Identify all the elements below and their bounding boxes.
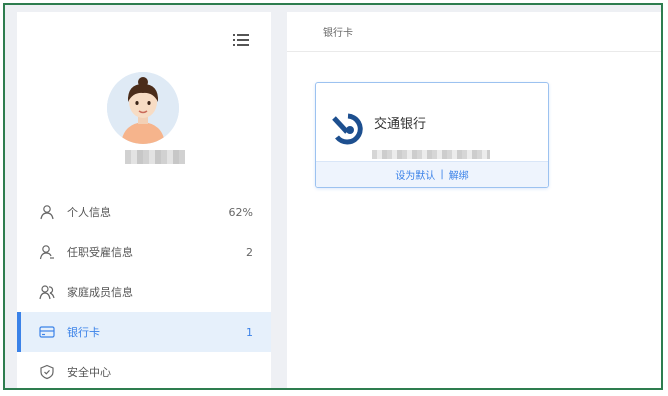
card-actions: 设为默认 | 解绑: [316, 161, 548, 187]
card-icon: [39, 324, 55, 340]
sidebar-item-label: 个人信息: [67, 206, 111, 219]
sidebar-item-label: 安全中心: [67, 366, 111, 379]
sidebar: 个人信息 62% 任职受雇信息 2 家庭成员信息 银行卡 1 安全中心: [17, 12, 271, 388]
username-redacted: [125, 150, 185, 164]
main-content: 银行卡 交通银行 设为默认 | 解绑: [287, 12, 661, 388]
avatar[interactable]: [107, 72, 179, 144]
item-count: 2: [246, 245, 253, 259]
bank-card[interactable]: 交通银行 设为默认 | 解绑: [315, 82, 549, 188]
user-icon: [39, 204, 55, 220]
sidebar-nav: 个人信息 62% 任职受雇信息 2 家庭成员信息 银行卡 1 安全中心: [17, 192, 271, 388]
sidebar-item-employment-info[interactable]: 任职受雇信息 2: [17, 232, 271, 272]
bank-name: 交通银行: [374, 117, 427, 132]
bank-logo-icon: [330, 113, 366, 145]
app-frame: 个人信息 62% 任职受雇信息 2 家庭成员信息 银行卡 1 安全中心 银行卡 …: [3, 3, 663, 390]
page-title: 银行卡: [323, 28, 353, 39]
sidebar-item-label: 任职受雇信息: [67, 246, 133, 259]
sidebar-item-personal-info[interactable]: 个人信息 62%: [17, 192, 271, 232]
completion-percent: 62%: [228, 205, 253, 219]
sidebar-item-family-info[interactable]: 家庭成员信息: [17, 272, 271, 312]
card-number-redacted: [372, 150, 490, 159]
action-separator: |: [440, 169, 444, 180]
set-default-link[interactable]: 设为默认: [395, 167, 435, 182]
shield-icon: [39, 364, 55, 380]
sidebar-item-bank-card[interactable]: 银行卡 1: [17, 312, 271, 352]
employee-icon: [39, 244, 55, 260]
item-count: 1: [246, 325, 253, 339]
family-icon: [39, 284, 55, 300]
menu-list-icon[interactable]: [233, 32, 249, 46]
breadcrumb: 银行卡: [287, 12, 661, 52]
sidebar-item-security-center[interactable]: 安全中心: [17, 352, 271, 388]
sidebar-item-label: 家庭成员信息: [67, 286, 133, 299]
unbind-link[interactable]: 解绑: [449, 167, 469, 182]
sidebar-item-label: 银行卡: [67, 326, 100, 339]
